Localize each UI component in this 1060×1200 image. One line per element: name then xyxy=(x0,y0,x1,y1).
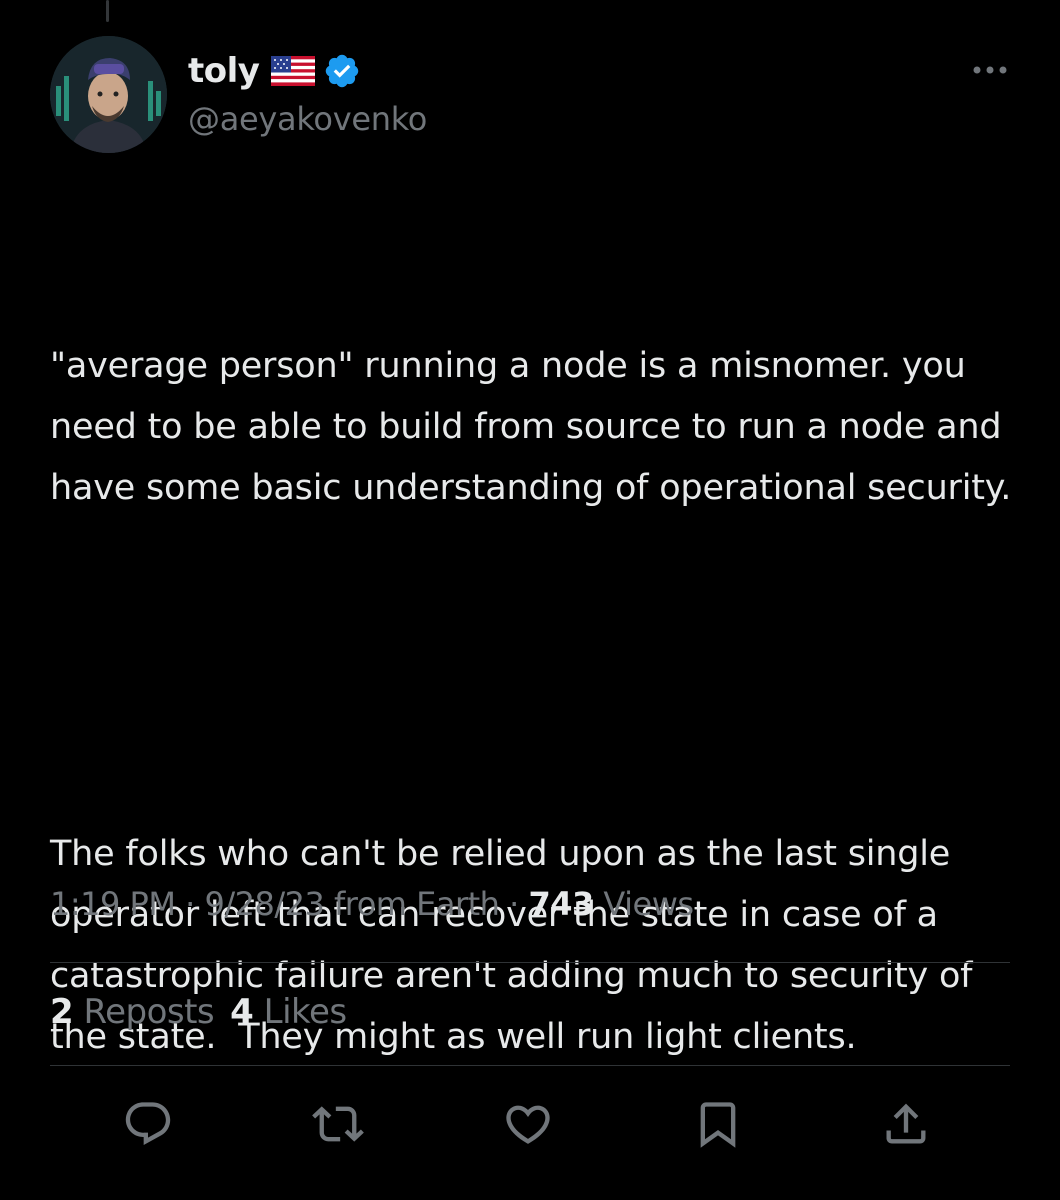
verified-badge-icon[interactable] xyxy=(323,52,361,90)
more-options-icon[interactable] xyxy=(970,58,1010,82)
meta-separator: · xyxy=(499,885,529,923)
divider xyxy=(50,962,1010,963)
like-icon[interactable] xyxy=(502,1098,554,1150)
divider xyxy=(50,1065,1010,1066)
avatar[interactable] xyxy=(50,36,167,153)
thread-connector-line xyxy=(106,0,109,22)
repost-icon[interactable] xyxy=(312,1098,364,1150)
reply-icon[interactable] xyxy=(122,1098,174,1150)
author-handle[interactable]: @aeyakovenko xyxy=(188,100,427,138)
tweet-paragraph-1: "average person" running a node is a mis… xyxy=(50,346,1013,508)
author-display-name[interactable]: toly xyxy=(188,51,260,91)
avatar-image xyxy=(50,36,167,153)
likes-count: 4 xyxy=(230,992,254,1032)
meta-separator: · xyxy=(175,885,205,923)
reposts-count: 2 xyxy=(50,992,74,1032)
reposts-stat[interactable]: 2 Reposts xyxy=(50,992,215,1032)
likes-label: Likes xyxy=(253,992,348,1032)
reposts-label: Reposts xyxy=(73,992,215,1032)
tweet-source: from Earth xyxy=(324,885,500,923)
views-label[interactable]: Views xyxy=(594,885,694,923)
bookmark-icon[interactable] xyxy=(692,1098,744,1150)
author-name-row: toly xyxy=(188,48,361,94)
tweet-meta: 1:19 PM · 9/28/23 from Earth · 743 Views xyxy=(50,885,694,923)
views-count[interactable]: 743 xyxy=(528,885,594,923)
tweet-date[interactable]: 9/28/23 xyxy=(204,885,324,923)
us-flag-icon xyxy=(271,56,316,86)
share-icon[interactable] xyxy=(880,1098,932,1150)
tweet-time[interactable]: 1:19 PM xyxy=(50,885,176,923)
likes-stat[interactable]: 4 Likes xyxy=(230,992,348,1032)
engagement-stats: 2 Reposts 4 Likes xyxy=(50,992,363,1032)
paragraph-spacer xyxy=(50,641,1035,702)
